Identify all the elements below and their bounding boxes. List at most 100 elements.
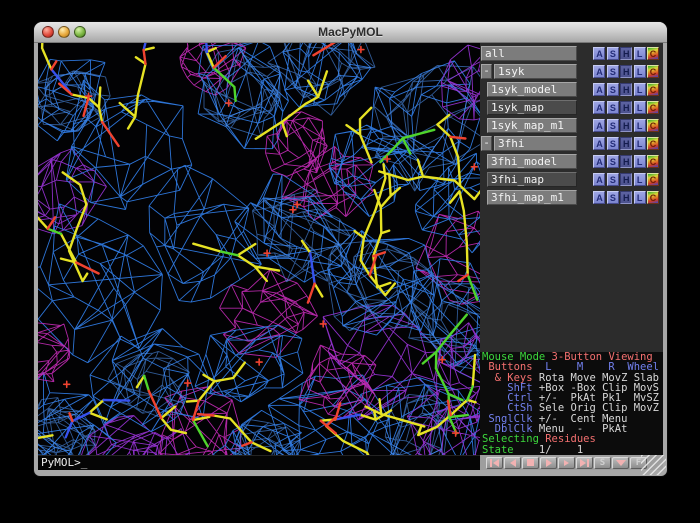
action-c-button-1syk_model[interactable]: C xyxy=(647,83,659,96)
action-l-button-3fhi_model[interactable]: L xyxy=(634,155,646,168)
action-h-button-1syk[interactable]: H xyxy=(620,65,632,78)
action-buttons-3fhi_model: ASHLC xyxy=(592,155,659,168)
action-l-button-1syk[interactable]: L xyxy=(634,65,646,78)
object-button-3fhi_map[interactable]: 3fhi_map xyxy=(487,172,577,187)
action-l-button-3fhi_map[interactable]: L xyxy=(634,173,646,186)
object-button-all[interactable]: all xyxy=(481,46,577,61)
action-c-button-3fhi_model[interactable]: C xyxy=(647,155,659,168)
command-prompt: PyMOL> xyxy=(41,456,81,469)
action-c-button-1syk_map_m1[interactable]: C xyxy=(647,119,659,132)
viewport-3d[interactable] xyxy=(38,43,480,455)
skip-end-icon xyxy=(580,459,589,467)
object-button-1syk[interactable]: 1syk xyxy=(494,64,577,79)
object-button-3fhi[interactable]: 3fhi xyxy=(494,136,577,151)
action-a-button-1syk[interactable]: A xyxy=(593,65,605,78)
action-h-button-1syk_map[interactable]: H xyxy=(620,101,632,114)
action-c-button-3fhi_map_m1[interactable]: C xyxy=(647,191,659,204)
action-c-button-1syk[interactable]: C xyxy=(647,65,659,78)
action-c-button-3fhi_map[interactable]: C xyxy=(647,173,659,186)
action-h-button-1syk_model[interactable]: H xyxy=(620,83,632,96)
resize-grip[interactable] xyxy=(641,455,666,475)
action-h-button-3fhi_model[interactable]: H xyxy=(620,155,632,168)
collapse-toggle-3fhi[interactable]: - xyxy=(481,136,492,151)
action-c-button-all[interactable]: C xyxy=(647,47,659,60)
desktop: { "window": { "title": "MacPyMOL" }, "tr… xyxy=(0,0,700,523)
action-buttons-3fhi: ASHLC xyxy=(592,137,659,150)
object-row-1syk_map: 1syk_map ASHLC xyxy=(481,99,663,116)
action-h-button-all[interactable]: H xyxy=(620,47,632,60)
play-button[interactable] xyxy=(540,457,557,469)
action-a-button-all[interactable]: A xyxy=(593,47,605,60)
action-a-button-1syk_map_m1[interactable]: A xyxy=(593,119,605,132)
action-h-button-3fhi_map_m1[interactable]: H xyxy=(620,191,632,204)
action-c-button-3fhi[interactable]: C xyxy=(647,137,659,150)
action-s-button-1syk_map_m1[interactable]: S xyxy=(607,119,619,132)
state-indicator-text: 1/ 1 xyxy=(514,444,584,456)
scene-button-label: S xyxy=(600,458,605,468)
object-row-1syk: -1syk ASHLC xyxy=(481,63,663,80)
action-buttons-3fhi_map_m1: ASHLC xyxy=(592,191,659,204)
action-s-button-1syk_model[interactable]: S xyxy=(607,83,619,96)
object-button-3fhi_map_m1[interactable]: 3fhi_map_m1 xyxy=(487,190,577,205)
action-l-button-3fhi[interactable]: L xyxy=(634,137,646,150)
object-button-1syk_model[interactable]: 1syk_model xyxy=(487,82,577,97)
go-to-end-button[interactable] xyxy=(576,457,593,469)
step-forward-icon xyxy=(564,460,569,466)
action-s-button-3fhi_map[interactable]: S xyxy=(607,173,619,186)
go-to-start-button[interactable] xyxy=(486,457,503,469)
action-buttons-1syk_map_m1: ASHLC xyxy=(592,119,659,132)
object-button-1syk_map[interactable]: 1syk_map xyxy=(487,100,577,115)
action-c-button-1syk_map[interactable]: C xyxy=(647,101,659,114)
action-a-button-3fhi_model[interactable]: A xyxy=(593,155,605,168)
step-back-button[interactable] xyxy=(504,457,521,469)
scene-button[interactable]: S xyxy=(594,457,611,469)
action-l-button-1syk_map_m1[interactable]: L xyxy=(634,119,646,132)
object-row-1syk_map_m1: 1syk_map_m1 ASHLC xyxy=(481,117,663,134)
object-button-3fhi_model[interactable]: 3fhi_model xyxy=(487,154,577,169)
action-a-button-3fhi_map_m1[interactable]: A xyxy=(593,191,605,204)
object-row-all: all ASHLC xyxy=(481,45,663,62)
action-l-button-3fhi_map_m1[interactable]: L xyxy=(634,191,646,204)
state-indicator[interactable]: State 1/ 1 xyxy=(480,445,663,455)
action-a-button-3fhi[interactable]: A xyxy=(593,137,605,150)
action-l-button-1syk_model[interactable]: L xyxy=(634,83,646,96)
molecular-scene xyxy=(38,43,480,455)
collapse-toggle-1syk[interactable]: - xyxy=(481,64,492,79)
action-l-button-all[interactable]: L xyxy=(634,47,646,60)
object-panel: allASHLC-1sykASHLC1syk_modelASHLC1syk_ma… xyxy=(480,43,663,206)
object-row-3fhi_map_m1: 3fhi_map_m1 ASHLC xyxy=(481,189,663,206)
stop-button[interactable] xyxy=(522,457,539,469)
play-icon xyxy=(546,459,552,467)
action-a-button-1syk_model[interactable]: A xyxy=(593,83,605,96)
action-s-button-3fhi_model[interactable]: S xyxy=(607,155,619,168)
action-a-button-3fhi_map[interactable]: A xyxy=(593,173,605,186)
action-s-button-3fhi[interactable]: S xyxy=(607,137,619,150)
stop-icon xyxy=(527,459,534,466)
close-button[interactable] xyxy=(42,26,54,38)
action-a-button-1syk_map[interactable]: A xyxy=(593,101,605,114)
action-s-button-all[interactable]: S xyxy=(607,47,619,60)
object-row-3fhi_map: 3fhi_map ASHLC xyxy=(481,171,663,188)
action-buttons-3fhi_map: ASHLC xyxy=(592,173,659,186)
action-s-button-3fhi_map_m1[interactable]: S xyxy=(607,191,619,204)
zoom-button[interactable] xyxy=(74,26,86,38)
macpymol-window: MacPyMOL PyMOL>_ allASHLC-1sykASHLC1syk_… xyxy=(34,22,667,476)
menu-button[interactable] xyxy=(612,457,629,469)
object-row-3fhi_model: 3fhi_model ASHLC xyxy=(481,153,663,170)
window-title: MacPyMOL xyxy=(34,22,667,42)
down-triangle-icon xyxy=(616,460,626,466)
sidebar: allASHLC-1sykASHLC1syk_modelASHLC1syk_ma… xyxy=(480,43,663,455)
action-h-button-1syk_map_m1[interactable]: H xyxy=(620,119,632,132)
minimize-button[interactable] xyxy=(58,26,70,38)
traffic-lights xyxy=(42,26,86,38)
action-l-button-1syk_map[interactable]: L xyxy=(634,101,646,114)
object-row-3fhi: -3fhi ASHLC xyxy=(481,135,663,152)
title-bar[interactable]: MacPyMOL xyxy=(34,22,667,43)
action-h-button-3fhi[interactable]: H xyxy=(620,137,632,150)
step-forward-button[interactable] xyxy=(558,457,575,469)
action-h-button-3fhi_map[interactable]: H xyxy=(620,173,632,186)
object-button-1syk_map_m1[interactable]: 1syk_map_m1 xyxy=(487,118,577,133)
command-line[interactable]: PyMOL>_ xyxy=(38,455,480,470)
action-s-button-1syk_map[interactable]: S xyxy=(607,101,619,114)
action-s-button-1syk[interactable]: S xyxy=(607,65,619,78)
